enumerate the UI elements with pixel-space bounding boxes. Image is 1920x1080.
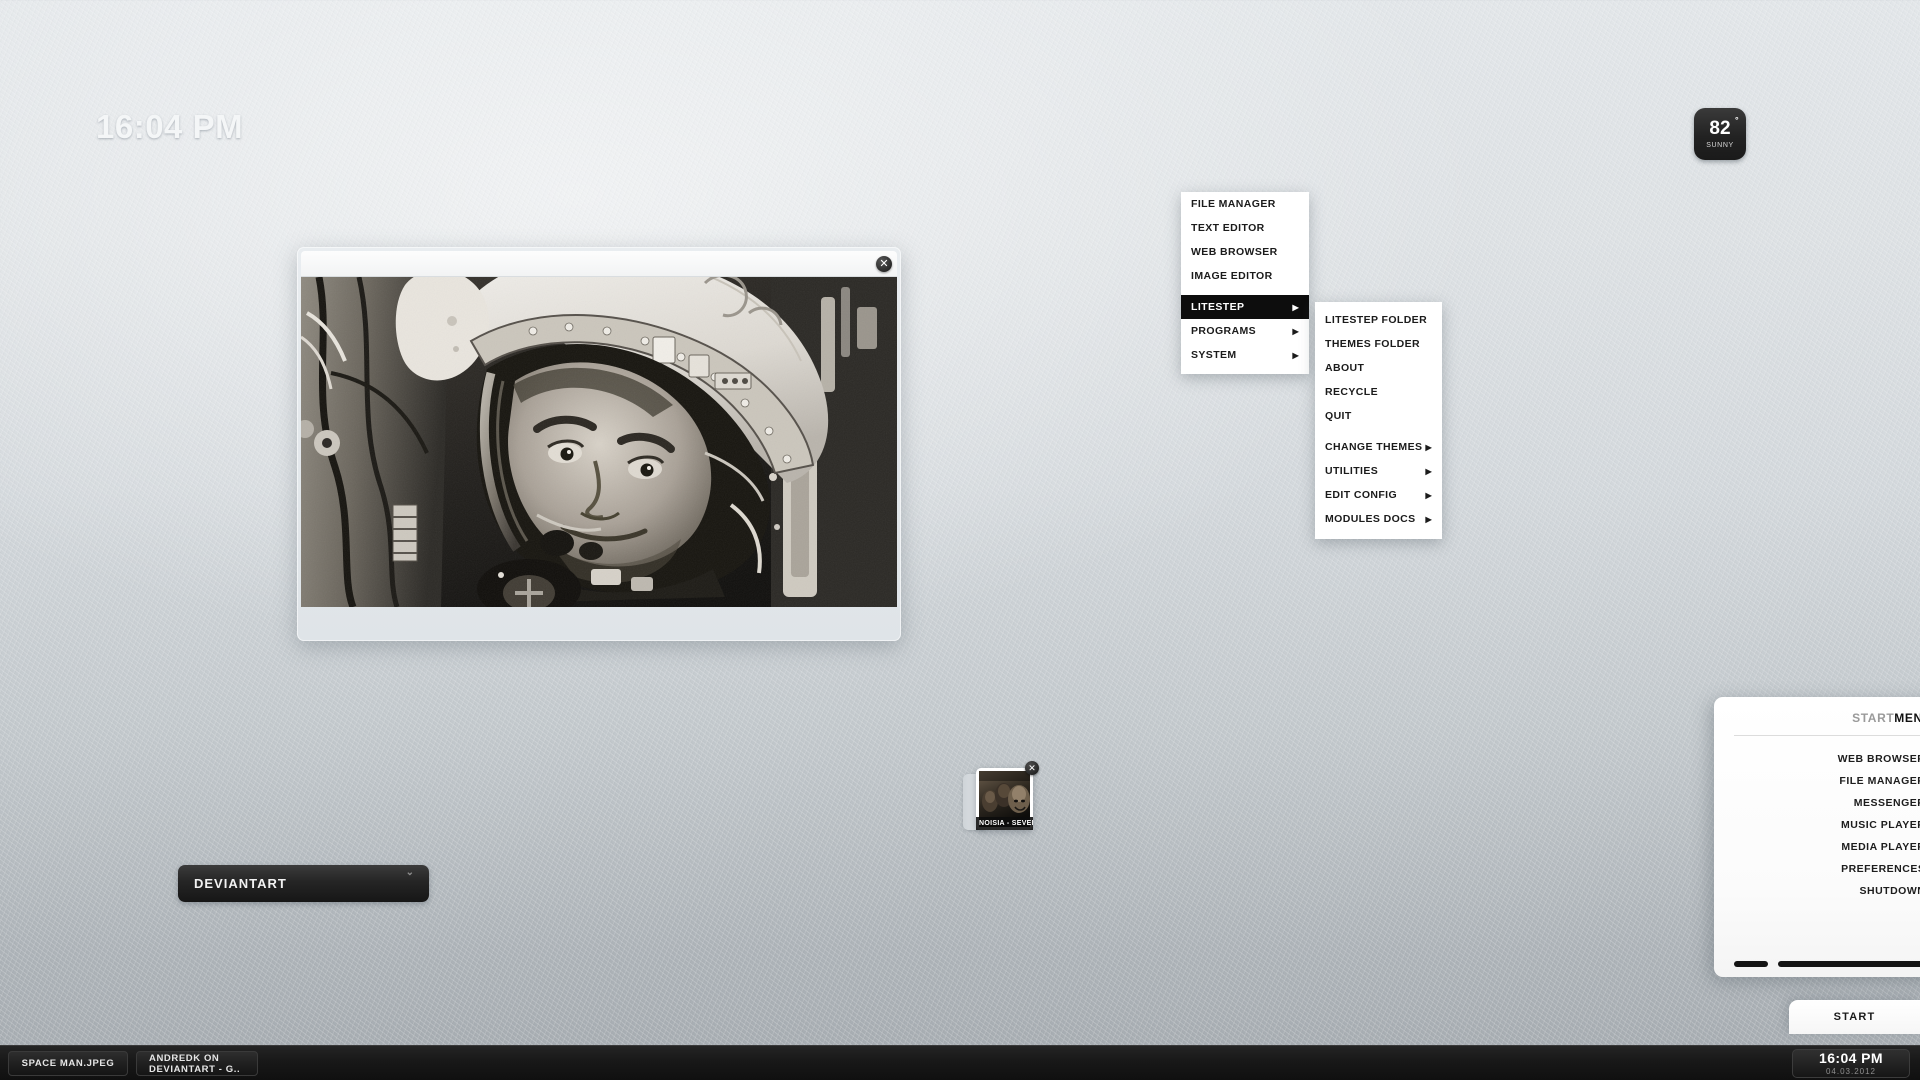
litestep-submenu[interactable]: LITESTEP FOLDER THEMES FOLDER ABOUT RECY… [1315,302,1442,539]
menu-separator [1181,288,1309,295]
submenu-arrow-icon: ▶ [1292,350,1299,360]
weather-condition: SUNNY [1706,142,1734,149]
submenu-arrow-icon: ▶ [1292,326,1299,336]
deviantart-bar[interactable]: DEVIANTART ⌄ [178,865,429,902]
menu-item-file-manager[interactable]: FILE MANAGER [1181,192,1309,216]
taskbar-item-space-man[interactable]: SPACE MAN.JPEG [8,1051,128,1076]
menu-item-programs[interactable]: PROGRAMS ▶ [1181,319,1309,343]
music-player-widget[interactable]: NOISIA - SEVEN ST ✕ [963,761,1039,840]
desktop-clock: 16:04 PM [96,108,244,145]
submenu-item-themes-folder[interactable]: THEMES FOLDER [1315,332,1442,356]
submenu-item-label: THEMES FOLDER [1325,338,1421,350]
track-title: NOISIA - SEVEN ST [976,817,1033,830]
image-viewer-window[interactable]: ✕ [297,247,901,641]
divider [1734,735,1920,736]
submenu-item-litestep-folder[interactable]: LITESTEP FOLDER [1315,308,1442,332]
submenu-arrow-icon: ▶ [1425,466,1432,476]
start-menu-item-label: FILE MANAGER [1839,775,1920,787]
slider-bar-short[interactable] [1734,961,1768,967]
submenu-item-label: ABOUT [1325,362,1365,374]
chevron-down-icon[interactable]: ⌄ [406,867,415,878]
start-menu-item-label: MEDIA PLAYER [1841,841,1920,853]
cosmonaut-photo-graphic [301,277,897,607]
start-menu-slider-bars[interactable] [1734,961,1920,967]
desktop-texture-overlay [0,0,1920,1080]
submenu-item-label: RECYCLE [1325,386,1378,398]
start-menu-title: STARTMENU [1734,711,1920,725]
start-menu-item-shutdown[interactable]: SHUTDOWN• [1734,880,1920,902]
slider-bar-long[interactable] [1778,961,1920,967]
music-widget-card[interactable]: NOISIA - SEVEN ST [976,768,1033,830]
menu-item-label: IMAGE EDITOR [1191,270,1273,282]
start-menu-title-bold: MENU [1894,711,1920,725]
deviantart-label: DEVIANTART [194,876,287,891]
taskbar[interactable]: SPACE MAN.JPEG ANDREDK ON DEVIANTART - G… [0,1045,1920,1080]
submenu-item-label: MODULES DOCS [1325,513,1416,525]
start-menu-item-label: SHUTDOWN [1859,885,1920,897]
submenu-arrow-icon: ▶ [1292,302,1299,312]
start-button[interactable]: START [1789,1000,1920,1034]
close-icon[interactable]: ✕ [876,256,892,272]
submenu-item-label: LITESTEP FOLDER [1325,314,1428,326]
taskbar-clock-time: 16:04 PM [1819,1050,1883,1066]
submenu-item-about[interactable]: ABOUT [1315,356,1442,380]
submenu-item-quit[interactable]: QUIT [1315,404,1442,428]
submenu-item-modules-docs[interactable]: MODULES DOCS ▶ [1315,507,1442,531]
image-viewer-photo [301,277,897,607]
menu-item-text-editor[interactable]: TEXT EDITOR [1181,216,1309,240]
menu-item-label: FILE MANAGER [1191,198,1276,210]
submenu-item-change-themes[interactable]: CHANGE THEMES ▶ [1315,435,1442,459]
image-viewer-footer [301,607,897,637]
start-menu-item-media-player[interactable]: MEDIA PLAYER• [1734,836,1920,858]
taskbar-clock-date: 04.03.2012 [1825,1067,1877,1076]
submenu-item-edit-config[interactable]: EDIT CONFIG ▶ [1315,483,1442,507]
start-menu-item-label: WEB BROWSER [1837,753,1920,765]
context-menu[interactable]: FILE MANAGER TEXT EDITOR WEB BROWSER IMA… [1181,192,1309,374]
degree-icon: ° [1734,115,1739,125]
submenu-arrow-icon: ▶ [1425,514,1432,524]
start-menu-item-web-browser[interactable]: WEB BROWSER• [1734,748,1920,770]
submenu-arrow-icon: ▶ [1425,490,1432,500]
submenu-item-label: QUIT [1325,410,1352,422]
weather-temp-value: 82 [1709,118,1731,139]
start-menu-title-light: START [1852,711,1895,725]
start-menu-item-label: MESSENGER [1853,797,1920,809]
weather-widget[interactable]: 82 ° SUNNY [1694,108,1746,160]
submenu-item-label: UTILITIES [1325,465,1379,477]
start-menu-item-label: PREFERENCES [1841,863,1920,875]
start-menu-panel[interactable]: STARTMENU WEB BROWSER• FILE MANAGER• MES… [1714,697,1920,977]
menu-item-litestep[interactable]: LITESTEP ▶ [1181,295,1309,319]
taskbar-item-deviantart[interactable]: ANDREDK ON DEVIANTART - G.. [136,1051,258,1076]
menu-item-web-browser[interactable]: WEB BROWSER [1181,240,1309,264]
menu-item-label: TEXT EDITOR [1191,222,1265,234]
submenu-item-label: CHANGE THEMES [1325,441,1423,453]
submenu-item-label: EDIT CONFIG [1325,489,1398,501]
image-viewer-titlebar[interactable]: ✕ [301,251,897,277]
menu-item-label: PROGRAMS [1191,325,1257,337]
menu-item-label: LITESTEP [1191,301,1245,313]
submenu-separator [1315,428,1442,435]
submenu-item-recycle[interactable]: RECYCLE [1315,380,1442,404]
menu-item-image-editor[interactable]: IMAGE EDITOR [1181,264,1309,288]
menu-bottom-padding [1181,367,1309,374]
start-menu-item-preferences[interactable]: PREFERENCES• [1734,858,1920,880]
menu-item-label: WEB BROWSER [1191,246,1278,258]
weather-temperature: 82 ° [1709,116,1738,139]
submenu-arrow-icon: ▶ [1425,442,1432,452]
submenu-item-utilities[interactable]: UTILITIES ▶ [1315,459,1442,483]
start-menu-item-label: MUSIC PLAYER [1840,819,1920,831]
taskbar-clock[interactable]: 16:04 PM 04.03.2012 [1792,1049,1910,1078]
start-menu-item-music-player[interactable]: MUSIC PLAYER• [1734,814,1920,836]
start-menu-item-file-manager[interactable]: FILE MANAGER• [1734,770,1920,792]
start-menu-item-messenger[interactable]: MESSENGER• [1734,792,1920,814]
menu-item-system[interactable]: SYSTEM ▶ [1181,343,1309,367]
close-icon[interactable]: ✕ [1025,761,1039,775]
menu-item-label: SYSTEM [1191,349,1237,361]
